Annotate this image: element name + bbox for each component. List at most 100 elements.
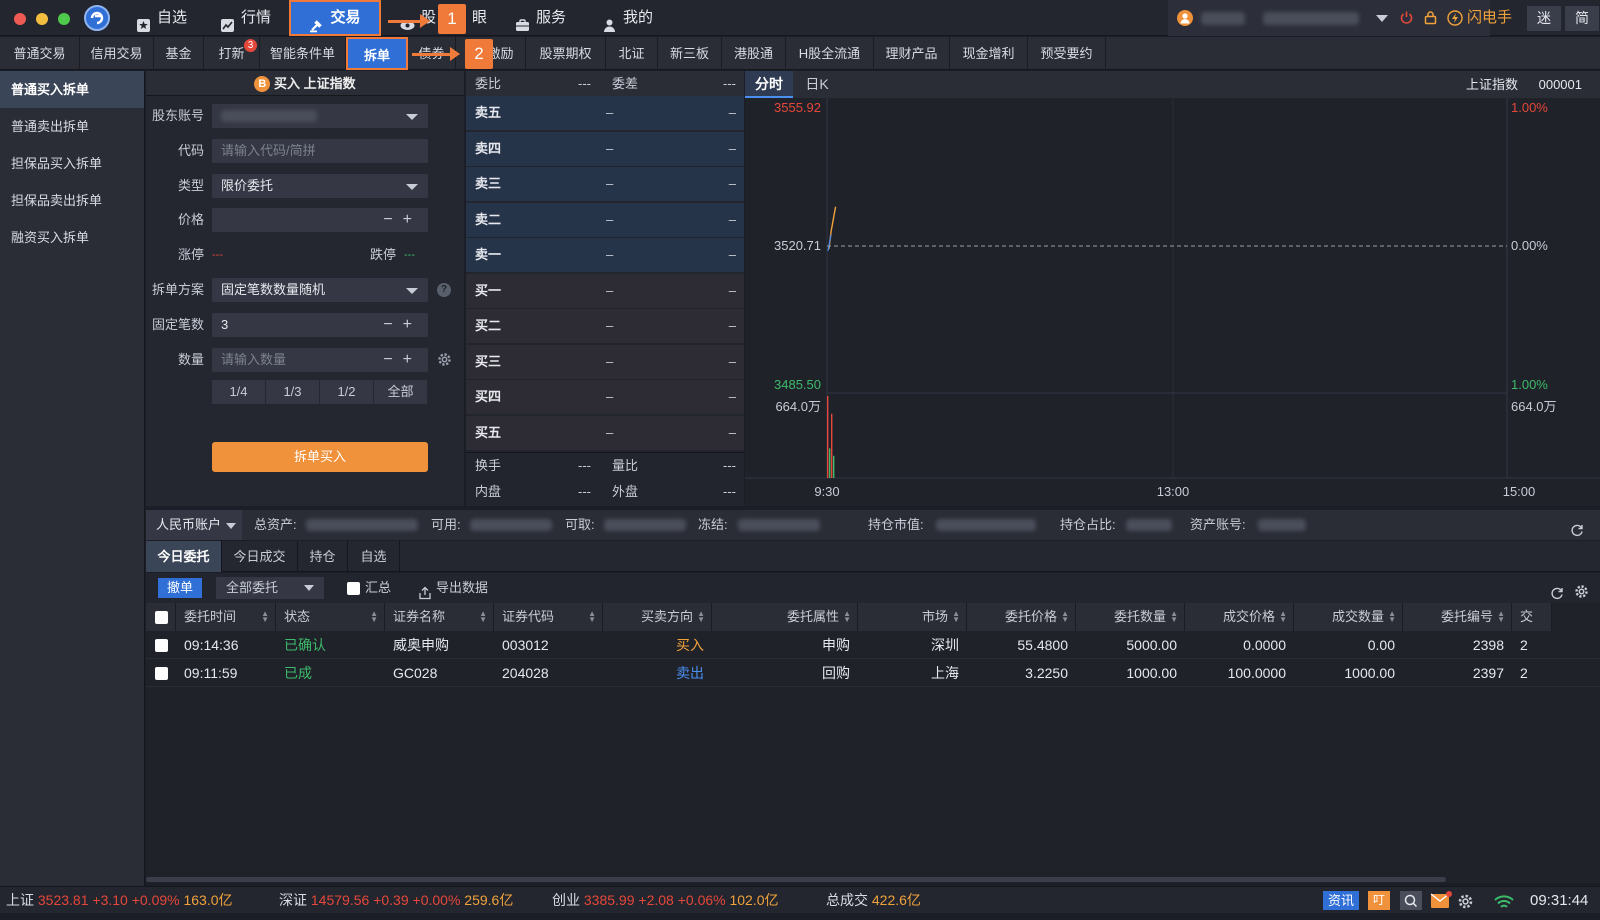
fixed-count-input[interactable]: 3 −+: [212, 313, 428, 337]
sidebar-item-collateral-buy-split[interactable]: 担保品买入拆单: [0, 145, 144, 182]
column-header[interactable]: 市场 ▲ ▼: [858, 603, 967, 631]
count-stepper[interactable]: −+: [383, 313, 422, 337]
account-dropdown-icon[interactable]: [1376, 15, 1388, 22]
row-checkbox[interactable]: [155, 667, 168, 680]
price-stepper[interactable]: −+: [383, 208, 422, 232]
minimize-window-button[interactable]: [36, 13, 48, 25]
tab-wealth[interactable]: 理财产品: [874, 37, 950, 70]
tab-smart-condition[interactable]: 智能条件单: [260, 37, 346, 70]
order-book-row[interactable]: 买二 – –: [466, 309, 744, 343]
tab-bse[interactable]: 北证: [606, 37, 658, 70]
tab-watchlist[interactable]: 自选: [348, 541, 400, 572]
order-book-row[interactable]: 卖四 – –: [466, 131, 744, 166]
column-header[interactable]: 成交价格 ▲ ▼: [1185, 603, 1294, 631]
maximize-window-button[interactable]: [58, 13, 70, 25]
simple-mode-button[interactable]: 简: [1565, 6, 1599, 31]
split-buy-button[interactable]: 拆单买入: [212, 442, 428, 472]
order-book-row[interactable]: 卖二 – –: [466, 202, 744, 237]
nav-service[interactable]: 服务: [503, 0, 578, 36]
sidebar-item-margin-buy-split[interactable]: 融资买入拆单: [0, 219, 144, 256]
nav-market[interactable]: 行情: [208, 0, 283, 36]
ding-button[interactable]: 叮: [1368, 891, 1390, 910]
tab-normal-trade[interactable]: 普通交易: [0, 37, 80, 70]
tab-today-deals[interactable]: 今日成交: [222, 541, 298, 572]
search-icon[interactable]: [1400, 891, 1422, 910]
fraction-half-button[interactable]: 1/2: [320, 380, 373, 404]
cancel-order-button[interactable]: 撤单: [158, 578, 202, 598]
tab-h-share[interactable]: H股全流通: [786, 37, 874, 70]
column-header[interactable]: 买卖方向 ▲ ▼: [603, 603, 712, 631]
nav-mine[interactable]: 我的: [590, 0, 665, 36]
tab-today-orders[interactable]: 今日委托: [146, 541, 222, 572]
news-button[interactable]: 资讯: [1323, 891, 1359, 910]
column-header[interactable]: 委托价格 ▲ ▼: [967, 603, 1076, 631]
order-book-row[interactable]: 买三 – –: [466, 344, 744, 379]
table-row[interactable]: 09:11:59 已成 GC028 204028 卖出 回购 上海 3.2250 1000.00…: [146, 659, 1600, 687]
tab-intraday[interactable]: 分时: [745, 71, 793, 98]
order-book-row[interactable]: 卖五 – –: [466, 96, 744, 130]
close-window-button[interactable]: [14, 13, 26, 25]
nav-watchlist[interactable]: 自选: [124, 0, 199, 36]
column-header[interactable]: 成交数量 ▲ ▼: [1294, 603, 1403, 631]
sidebar-item-normal-sell-split[interactable]: 普通卖出拆单: [0, 108, 144, 145]
order-book-row[interactable]: 卖三 – –: [466, 167, 744, 201]
help-icon[interactable]: ?: [437, 283, 451, 297]
tab-tender-offer[interactable]: 预受要约: [1028, 37, 1106, 70]
settings-icon[interactable]: [1457, 892, 1474, 919]
table-row[interactable]: 09:14:36 已确认 威奥申购 003012 买入 申购 深圳 55.4800 5000.0…: [146, 631, 1600, 659]
tab-hk-connect[interactable]: 港股通: [722, 37, 786, 70]
column-header[interactable]: 委托数量 ▲ ▼: [1076, 603, 1185, 631]
price-input[interactable]: −+: [212, 208, 428, 232]
gear-icon[interactable]: [437, 352, 452, 370]
code-input[interactable]: 请输入代码/简拼: [212, 139, 428, 163]
order-type-select[interactable]: 限价委托: [212, 174, 428, 198]
plan-row: 拆单方案 固定笔数数量随机 ?: [146, 277, 464, 303]
tab-positions[interactable]: 持仓: [298, 541, 348, 572]
tab-credit-trade[interactable]: 信用交易: [80, 37, 154, 70]
order-book-row[interactable]: 买一 – –: [466, 273, 744, 308]
tab-split-order[interactable]: 拆单: [346, 37, 408, 70]
split-plan-select[interactable]: 固定笔数数量随机: [212, 278, 428, 302]
order-book-row[interactable]: 买四 – –: [466, 380, 744, 414]
quantity-stepper[interactable]: −+: [383, 348, 422, 372]
fraction-third-button[interactable]: 1/3: [266, 380, 319, 404]
column-header[interactable]: 证券名称 ▲ ▼: [385, 603, 494, 631]
lock-icon[interactable]: [1423, 10, 1438, 28]
order-book-row[interactable]: 卖一 – –: [466, 238, 744, 272]
mini-mode-button[interactable]: 迷: [1527, 6, 1561, 31]
order-filter-select[interactable]: 全部委托: [216, 577, 324, 599]
tab-ipo[interactable]: 打新 3: [204, 37, 260, 70]
tab-fund[interactable]: 基金: [154, 37, 204, 70]
currency-account-select[interactable]: 人民币账户: [146, 510, 242, 540]
fraction-all-button[interactable]: 全部: [374, 380, 427, 404]
flash-trade-button[interactable]: 闪电手: [1467, 6, 1512, 30]
export-data-button[interactable]: 导出数据: [436, 573, 488, 603]
column-header[interactable]: 状态 ▲ ▼: [276, 603, 385, 631]
frozen-redacted: [738, 519, 820, 531]
nav-trade[interactable]: 交易: [289, 0, 381, 36]
tab-daily-k[interactable]: 日K: [793, 71, 841, 98]
quantity-input[interactable]: 请输入数量 −+: [212, 348, 428, 372]
power-icon[interactable]: [1399, 10, 1414, 28]
column-header[interactable]: 委托编号 ▲ ▼: [1403, 603, 1512, 631]
column-header[interactable]: 委托属性 ▲ ▼: [712, 603, 858, 631]
select-all-checkbox[interactable]: [155, 611, 168, 624]
intraday-chart[interactable]: 3555.92 3520.71 3485.50 1.00% 0.00% 1.00…: [745, 98, 1600, 506]
chevron-down-icon: [226, 523, 236, 529]
column-header[interactable]: 证券代码 ▲ ▼: [494, 603, 603, 631]
fraction-quarter-button[interactable]: 1/4: [212, 380, 265, 404]
shareholder-account-select[interactable]: [212, 104, 428, 128]
sidebar-item-normal-buy-split[interactable]: 普通买入拆单: [0, 71, 144, 108]
summary-checkbox[interactable]: [347, 582, 360, 595]
column-header[interactable]: 交: [1512, 603, 1552, 631]
tab-cash-plus[interactable]: 现金增利: [950, 37, 1028, 70]
horizontal-scrollbar[interactable]: [146, 877, 1446, 882]
column-header[interactable]: 委托时间 ▲ ▼: [176, 603, 276, 631]
avatar[interactable]: [1177, 10, 1193, 26]
row-checkbox[interactable]: [155, 639, 168, 652]
sidebar-item-collateral-sell-split[interactable]: 担保品卖出拆单: [0, 182, 144, 219]
tab-stock-options[interactable]: 股票期权: [526, 37, 606, 70]
order-book-row[interactable]: 买五 – –: [466, 415, 744, 450]
tab-neeq[interactable]: 新三板: [658, 37, 722, 70]
mail-icon[interactable]: [1430, 891, 1452, 919]
